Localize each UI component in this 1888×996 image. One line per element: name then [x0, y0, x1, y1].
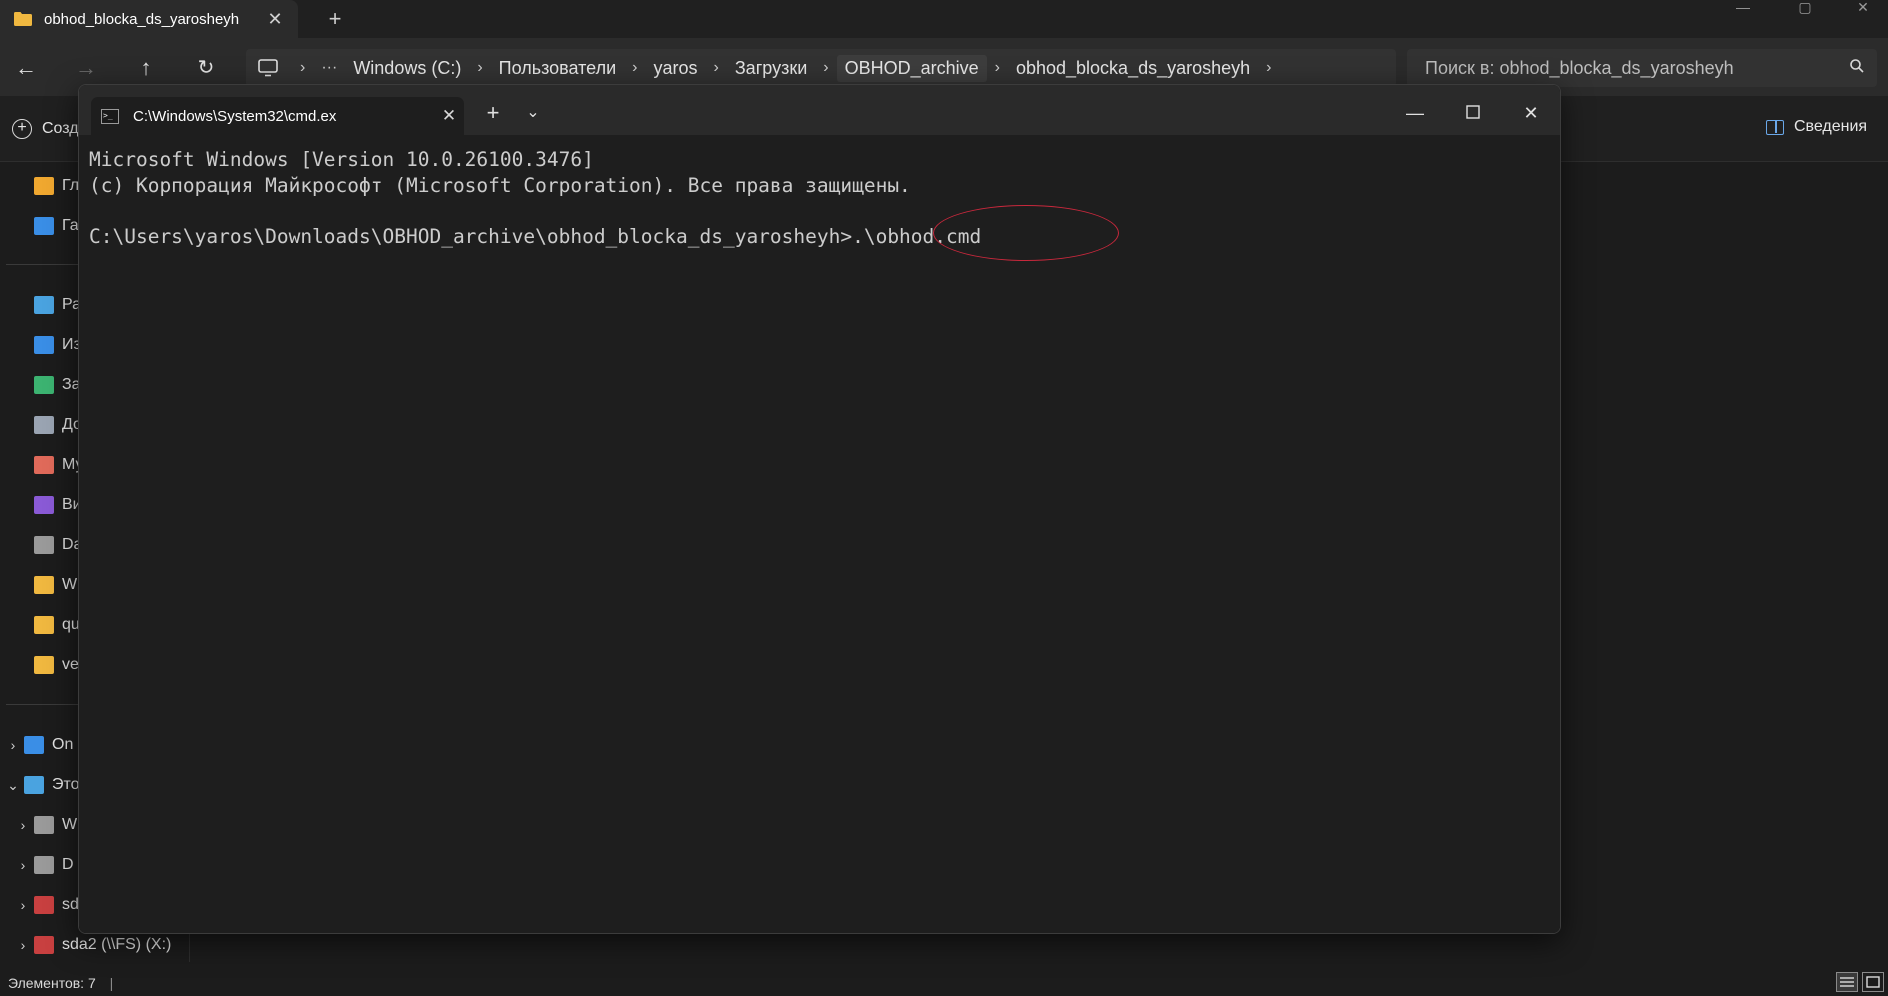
- chevron-right-icon[interactable]: ›: [12, 937, 34, 953]
- chevron-right-icon: ›: [713, 59, 719, 76]
- search-icon[interactable]: [1837, 58, 1877, 78]
- drive-icon: [34, 536, 54, 554]
- desktop-icon: [34, 296, 54, 314]
- chevron-right-icon[interactable]: ›: [12, 897, 34, 913]
- chevron-right-icon: ›: [477, 59, 483, 76]
- status-divider: |: [109, 975, 114, 991]
- terminal-window[interactable]: >_ C:\Windows\System32\cmd.ex ✕ + ⌄ — ✕ …: [78, 84, 1561, 934]
- terminal-tab-title: C:\Windows\System32\cmd.ex: [133, 107, 337, 125]
- maximize-icon[interactable]: [1453, 97, 1493, 129]
- details-label: Сведения: [1794, 118, 1868, 135]
- terminal-line: Microsoft Windows [Version 10.0.26100.34…: [89, 148, 594, 171]
- this-pc-icon: [24, 776, 44, 794]
- network-drive-icon: [34, 896, 54, 914]
- more-icon[interactable]: ···: [313, 59, 345, 77]
- search-placeholder: Поиск в: obhod_blocka_ds_yarosheyh: [1425, 57, 1734, 78]
- terminal-output[interactable]: Microsoft Windows [Version 10.0.26100.34…: [79, 135, 1560, 933]
- up-arrow-icon[interactable]: ↑: [128, 52, 164, 84]
- terminal-prompt[interactable]: C:\Users\yaros\Downloads\OBHOD_archive\o…: [89, 224, 1552, 250]
- chevron-right-icon[interactable]: ›: [2, 737, 24, 753]
- item-count: Элементов: 7 |: [8, 975, 114, 991]
- sidebar-item-label: On: [52, 736, 74, 753]
- drive-icon: [34, 856, 54, 874]
- breadcrumb-archive[interactable]: OBHOD_archive: [836, 54, 987, 82]
- pictures-icon: [34, 336, 54, 354]
- tiles-view-icon: [1866, 976, 1880, 988]
- minimize-icon[interactable]: —: [1720, 0, 1766, 14]
- minimize-icon[interactable]: —: [1395, 97, 1435, 129]
- chevron-right-icon: ›: [994, 59, 1000, 76]
- documents-icon: [34, 416, 54, 434]
- cmd-icon: >_: [101, 108, 119, 124]
- terminal-line: (c) Корпорация Майкрософт (Microsoft Cor…: [89, 174, 911, 197]
- chevron-right-icon: ›: [300, 59, 306, 76]
- explorer-tab-title: obhod_blocka_ds_yarosheyh: [44, 10, 240, 28]
- chevron-down-icon[interactable]: ⌄: [2, 777, 24, 794]
- folder-icon: [34, 576, 54, 594]
- sidebar-item-label: W: [62, 816, 78, 833]
- folder-icon: [34, 616, 54, 634]
- create-button[interactable]: + Созд: [12, 116, 79, 142]
- onedrive-icon: [24, 736, 44, 754]
- breadcrumb-drive[interactable]: Windows (C:): [345, 58, 469, 79]
- video-icon: [34, 496, 54, 514]
- close-window-icon[interactable]: ✕: [1840, 0, 1886, 14]
- new-tab-button[interactable]: +: [320, 4, 350, 34]
- chevron-right-icon[interactable]: ›: [12, 817, 34, 833]
- forward-arrow-icon[interactable]: →: [68, 52, 104, 84]
- download-icon: [34, 376, 54, 394]
- folder-icon: [34, 656, 54, 674]
- status-bar: [0, 970, 1888, 995]
- sidebar-item-label: sd: [62, 896, 79, 913]
- close-window-icon[interactable]: ✕: [1511, 97, 1551, 129]
- folder-icon: [14, 12, 32, 26]
- maximize-icon[interactable]: ▢: [1782, 0, 1828, 14]
- gallery-icon: [34, 217, 54, 235]
- list-view-icon: [1840, 977, 1854, 987]
- breadcrumb-current-folder[interactable]: obhod_blocka_ds_yarosheyh: [1008, 58, 1258, 79]
- network-drive-icon: [34, 936, 54, 954]
- chevron-right-icon: ›: [1266, 59, 1272, 76]
- create-label: Созд: [42, 120, 79, 137]
- terminal-tab[interactable]: >_ C:\Windows\System32\cmd.ex ✕: [91, 97, 464, 135]
- chevron-down-icon[interactable]: ⌄: [513, 97, 553, 129]
- chevron-right-icon[interactable]: ›: [12, 857, 34, 873]
- sidebar-item-label: D: [62, 856, 74, 873]
- sidebar-item-label: sda2 (\\FS) (X:): [62, 936, 172, 953]
- computer-icon: [258, 59, 278, 77]
- tiles-view-button[interactable]: [1862, 972, 1884, 992]
- address-bar[interactable]: › ··· Windows (C:) › Пользователи › yaro…: [246, 49, 1396, 87]
- refresh-icon[interactable]: ↻: [188, 52, 224, 84]
- breadcrumb-users[interactable]: Пользователи: [491, 58, 624, 79]
- details-button[interactable]: Сведения: [1766, 118, 1867, 136]
- close-tab-icon[interactable]: ✕: [260, 9, 290, 30]
- new-terminal-tab-icon[interactable]: +: [473, 97, 513, 129]
- back-arrow-icon[interactable]: ←: [8, 52, 44, 84]
- chevron-right-icon: ›: [632, 59, 638, 76]
- music-icon: [34, 456, 54, 474]
- explorer-tab[interactable]: obhod_blocka_ds_yarosheyh ✕: [0, 0, 298, 38]
- sidebar-item-label: Это: [52, 776, 80, 793]
- details-pane-icon: [1766, 119, 1784, 135]
- breadcrumb-user[interactable]: yaros: [645, 58, 705, 79]
- highlight-ellipse: [933, 205, 1119, 261]
- search-input[interactable]: Поиск в: obhod_blocka_ds_yarosheyh: [1407, 49, 1877, 87]
- details-view-button[interactable]: [1836, 972, 1858, 992]
- breadcrumb-downloads[interactable]: Загрузки: [727, 58, 815, 79]
- windows-drive-icon: [34, 816, 54, 834]
- chevron-right-icon: ›: [823, 59, 829, 76]
- close-tab-icon[interactable]: ✕: [434, 106, 464, 126]
- home-icon: [34, 177, 54, 195]
- plus-circle-icon: +: [12, 119, 32, 139]
